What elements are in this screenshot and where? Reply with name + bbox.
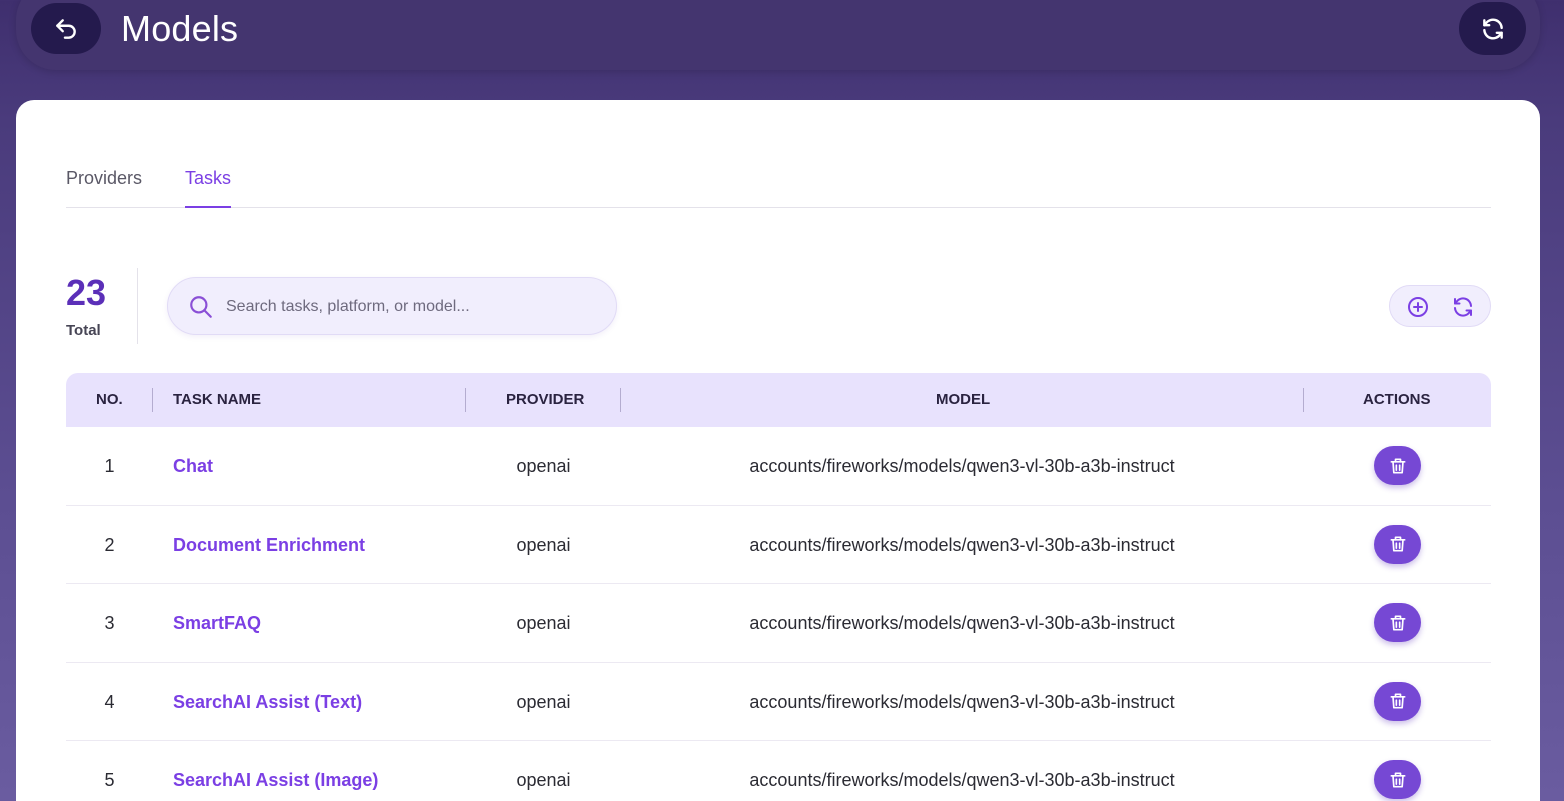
column-header-task-name[interactable]: TASK NAME	[173, 391, 261, 408]
delete-button[interactable]	[1374, 681, 1421, 721]
row-number: 1	[104, 456, 115, 476]
refresh-icon	[1482, 18, 1503, 39]
search-input[interactable]	[226, 292, 596, 322]
search-icon	[190, 296, 212, 318]
model-cell: accounts/fireworks/models/qwen3-vl-30b-a…	[749, 456, 1175, 476]
back-button[interactable]	[31, 3, 101, 54]
delete-button[interactable]	[1374, 760, 1421, 799]
row-number: 3	[104, 613, 115, 633]
tab-providers[interactable]: Providers	[66, 168, 142, 208]
tasks-table: NO. TASK NAME PROVIDER MODEL ACTIONS 1 C…	[66, 373, 1491, 801]
row-number: 2	[104, 534, 115, 555]
task-name-link[interactable]: Chat	[173, 456, 213, 477]
refresh-table-button[interactable]	[1450, 294, 1476, 320]
model-cell: accounts/fireworks/models/qwen3-vl-30b-a…	[749, 770, 1175, 790]
task-name-link[interactable]: Document Enrichment	[173, 535, 365, 556]
table-actions	[1389, 285, 1491, 327]
column-divider	[1303, 388, 1304, 412]
add-task-button[interactable]	[1405, 294, 1431, 320]
delete-button[interactable]	[1374, 524, 1421, 564]
table-row: 5 SearchAI Assist (Image) openai account…	[66, 741, 1491, 801]
add-circle-icon	[1408, 297, 1428, 317]
page-title: Models	[121, 8, 239, 49]
column-header-no: NO.	[96, 391, 123, 408]
back-arrow-icon	[56, 18, 76, 39]
trash-icon	[1390, 536, 1405, 552]
model-cell: accounts/fireworks/models/qwen3-vl-30b-a…	[749, 534, 1175, 555]
task-name-link[interactable]: SearchAI Assist (Image)	[173, 770, 378, 791]
provider-cell: openai	[516, 613, 571, 633]
provider-cell: openai	[516, 456, 571, 476]
task-name-link[interactable]: SmartFAQ	[173, 613, 261, 634]
trash-icon	[1390, 615, 1405, 630]
column-divider	[152, 388, 153, 412]
trash-icon	[1390, 772, 1405, 787]
provider-cell: openai	[516, 534, 571, 555]
top-bar	[16, 0, 1540, 70]
total-count: 23	[66, 272, 107, 313]
task-name-link[interactable]: SearchAI Assist (Text)	[173, 692, 362, 713]
trash-icon	[1390, 458, 1405, 473]
table-row: 2 Document Enrichment openai accounts/fi…	[66, 506, 1491, 584]
tab-tasks[interactable]: Tasks	[185, 168, 232, 208]
search-box	[167, 277, 617, 335]
table-row: 3 SmartFAQ openai accounts/fireworks/mod…	[66, 584, 1491, 663]
content-card: Providers Tasks 23 Total Search tasks, p…	[16, 100, 1540, 801]
row-number: 4	[104, 691, 115, 712]
delete-button[interactable]	[1374, 603, 1421, 642]
provider-cell: openai	[516, 770, 571, 790]
refresh-button[interactable]	[1459, 2, 1526, 55]
column-divider	[620, 388, 621, 412]
row-number: 5	[104, 770, 115, 790]
model-cell: accounts/fireworks/models/qwen3-vl-30b-a…	[749, 613, 1175, 633]
column-header-provider[interactable]: PROVIDER	[506, 391, 584, 408]
delete-button[interactable]	[1374, 446, 1421, 485]
table-row: 4 SearchAI Assist (Text) openai accounts…	[66, 663, 1491, 741]
column-header-model[interactable]: MODEL	[936, 391, 990, 408]
column-header-actions: ACTIONS	[1363, 391, 1431, 408]
total-label: Total	[66, 322, 101, 339]
refresh-icon	[1454, 297, 1472, 317]
provider-cell: openai	[516, 691, 571, 712]
model-cell: accounts/fireworks/models/qwen3-vl-30b-a…	[749, 691, 1175, 712]
table-header: NO. TASK NAME PROVIDER MODEL ACTIONS	[66, 373, 1491, 427]
trash-icon	[1390, 693, 1405, 709]
tab-bar: Providers Tasks	[66, 160, 1491, 208]
column-divider	[465, 388, 466, 412]
total-summary: 23 Total	[66, 268, 138, 344]
table-row: 1 Chat openai accounts/fireworks/models/…	[66, 427, 1491, 506]
